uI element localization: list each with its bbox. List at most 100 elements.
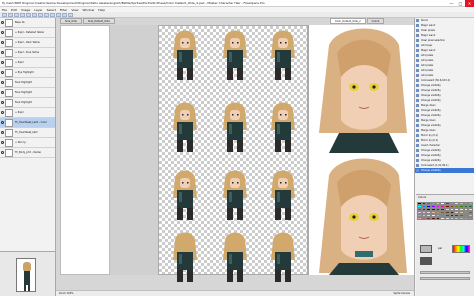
history-label: Add pixels bbox=[421, 69, 434, 72]
history-action-icon bbox=[416, 169, 419, 172]
menu-help[interactable]: Help bbox=[98, 8, 105, 12]
visibility-eye-icon[interactable] bbox=[1, 111, 4, 114]
layer-thumbnail bbox=[5, 68, 13, 77]
palette-swatch[interactable] bbox=[468, 217, 473, 220]
layer-name: + Pupil bbox=[15, 61, 24, 64]
layer-row[interactable]: + Eye Highlight bbox=[0, 68, 55, 78]
visibility-eye-icon[interactable] bbox=[1, 141, 4, 144]
layer-name: Face Highlight bbox=[15, 91, 32, 94]
secondary-color-swatch[interactable] bbox=[420, 257, 432, 265]
layer-row[interactable]: + Pupil - Dark Yellow bbox=[0, 38, 55, 48]
history-label: Add pixels bbox=[421, 64, 434, 67]
menu-view[interactable]: View bbox=[71, 8, 78, 12]
select-tool-icon[interactable] bbox=[50, 12, 55, 17]
visibility-eye-icon[interactable] bbox=[1, 51, 4, 54]
history-label: Mirror by (0,1) bbox=[421, 134, 439, 137]
menu-layer[interactable]: Layer bbox=[34, 8, 42, 12]
history-label: Pencil bbox=[421, 19, 428, 22]
portrait-canvas[interactable] bbox=[308, 25, 414, 275]
undo-icon[interactable] bbox=[20, 12, 25, 17]
sprite-frame bbox=[165, 230, 205, 282]
history-label: Change visibility bbox=[421, 114, 441, 117]
minimize-button[interactable]: — bbox=[447, 0, 456, 7]
menu-edit[interactable]: Edit bbox=[11, 8, 17, 12]
visibility-eye-icon[interactable] bbox=[1, 81, 4, 84]
history-action-icon bbox=[416, 79, 419, 82]
history-item[interactable]: Change visibility bbox=[415, 168, 474, 173]
layer-thumbnail bbox=[5, 128, 13, 137]
visibility-eye-icon[interactable] bbox=[1, 131, 4, 134]
close-button[interactable]: ✕ bbox=[465, 0, 474, 7]
primary-color-swatch[interactable] bbox=[420, 245, 432, 253]
visibility-eye-icon[interactable] bbox=[1, 151, 4, 154]
brush-size-slider[interactable] bbox=[420, 277, 470, 280]
history-label: Magic wand bbox=[421, 24, 436, 27]
history-label: Change visibility bbox=[421, 154, 441, 157]
visibility-eye-icon[interactable] bbox=[1, 101, 4, 104]
layer-row[interactable]: Th_Heartbeat_lab3 bbox=[0, 128, 55, 138]
visibility-eye-icon[interactable] bbox=[1, 61, 4, 64]
visibility-eye-icon[interactable] bbox=[1, 31, 4, 34]
layer-row[interactable]: Th_Body_ph3 - Darker bbox=[0, 148, 55, 158]
sprite-frame bbox=[215, 168, 255, 220]
menu-select[interactable]: Select bbox=[47, 8, 56, 12]
menu-image[interactable]: Image bbox=[21, 8, 30, 12]
eraser-tool-icon[interactable] bbox=[38, 12, 43, 17]
sprite-frame bbox=[215, 28, 255, 80]
history-action-icon bbox=[416, 59, 419, 62]
maximize-button[interactable]: □ bbox=[456, 0, 465, 7]
visibility-eye-icon[interactable] bbox=[1, 91, 4, 94]
layer-row[interactable]: Face Highlight bbox=[0, 98, 55, 108]
layer-thumbnail bbox=[5, 18, 13, 27]
history-label: Add layer bbox=[421, 44, 433, 47]
open-file-icon[interactable] bbox=[8, 12, 13, 17]
layer-name: + Pupil - Pure Yellow bbox=[15, 51, 40, 54]
navigator-thumbnail[interactable] bbox=[16, 258, 36, 292]
opacity-slider[interactable] bbox=[420, 271, 470, 274]
layer-row[interactable]: Face Highlight bbox=[0, 88, 55, 98]
history-label: Add pixels bbox=[421, 59, 434, 62]
tab-color2[interactable]: Color2 bbox=[366, 18, 385, 24]
save-icon[interactable] bbox=[14, 12, 19, 17]
layer-row[interactable]: + Pupil - Detailed Yellow bbox=[0, 28, 55, 38]
visibility-eye-icon[interactable] bbox=[1, 71, 4, 74]
tab-side-default-olde[interactable]: Side_Default_Olde bbox=[82, 18, 115, 24]
layer-row[interactable]: + Skinny bbox=[0, 138, 55, 148]
layer-row[interactable]: Face Highlight bbox=[0, 78, 55, 88]
sprite-sheet-canvas[interactable] bbox=[158, 25, 308, 282]
colors-panel-title: Colors bbox=[418, 196, 427, 199]
history-action-icon bbox=[416, 119, 419, 122]
history-action-icon bbox=[416, 49, 419, 52]
document-tabs-b: Color_Default_Olde_2 Color2 bbox=[330, 18, 385, 24]
history-action-icon bbox=[416, 139, 419, 142]
new-file-icon[interactable] bbox=[2, 12, 7, 17]
layer-row[interactable]: + Pupil bbox=[0, 58, 55, 68]
layer-thumbnail bbox=[5, 118, 13, 127]
tab-side-olde[interactable]: Side_Olde bbox=[60, 18, 82, 24]
layer-row[interactable]: + Pupil - Pure Yellow bbox=[0, 48, 55, 58]
hue-slider[interactable] bbox=[452, 245, 470, 253]
history-label: Colorselect (50.6,103.4) bbox=[421, 79, 450, 82]
status-left: Zoom 100% bbox=[59, 292, 74, 295]
visibility-eye-icon[interactable] bbox=[1, 41, 4, 44]
history-action-icon bbox=[416, 69, 419, 72]
visibility-eye-icon[interactable] bbox=[1, 21, 4, 24]
fill-tool-icon[interactable] bbox=[44, 12, 49, 17]
history-action-icon bbox=[416, 74, 419, 77]
magic-wand-icon[interactable] bbox=[56, 12, 61, 17]
layer-row[interactable]: Th_Heartbeat_Lab3 - Color bbox=[0, 118, 55, 128]
layer-row[interactable]: Base 1b bbox=[0, 18, 55, 28]
redo-icon[interactable] bbox=[26, 12, 31, 17]
zoom-tool-icon[interactable] bbox=[68, 12, 73, 17]
layer-name: Face Highlight bbox=[15, 101, 32, 104]
menu-filter[interactable]: Filter bbox=[60, 8, 67, 12]
visibility-eye-icon[interactable] bbox=[1, 121, 4, 124]
layer-row[interactable]: + Pupil bbox=[0, 108, 55, 118]
brush-tool-icon[interactable] bbox=[32, 12, 37, 17]
menu-window[interactable]: Window bbox=[82, 8, 94, 12]
menu-file[interactable]: File bbox=[2, 8, 7, 12]
canvas-white-margin[interactable] bbox=[60, 25, 110, 275]
move-tool-icon[interactable] bbox=[62, 12, 67, 17]
sprite-frame bbox=[165, 28, 205, 80]
tab-color-default-olde-2[interactable]: Color_Default_Olde_2 bbox=[330, 18, 366, 24]
